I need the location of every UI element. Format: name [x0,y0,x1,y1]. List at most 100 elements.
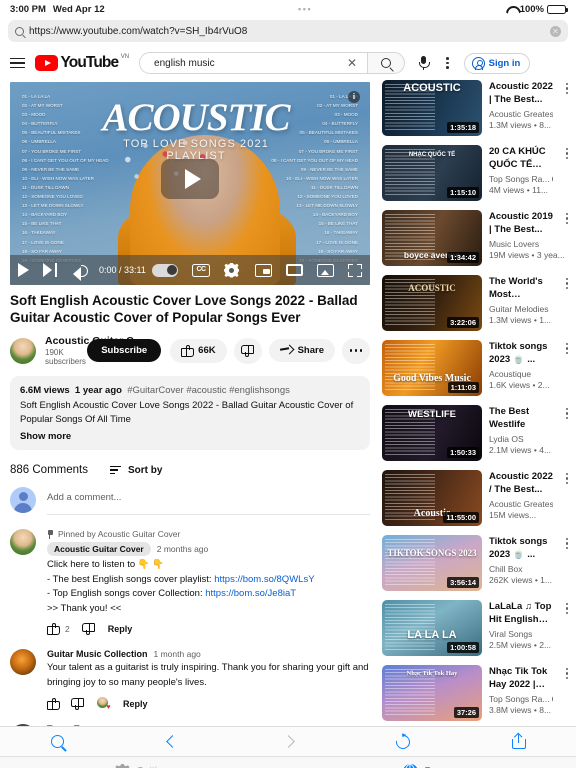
video-thumbnail[interactable]: boyce avenue 1:34:42 [382,210,482,266]
reply-button[interactable]: Reply [123,699,148,709]
show-more-button[interactable]: Show more [20,431,360,442]
sort-by-button[interactable]: Sort by [109,465,162,476]
comment-author[interactable]: Acoustic Guitar Cover [47,542,151,556]
video-title[interactable]: LaLaLa ♫ Top Hit English Love... [489,600,553,626]
avatar[interactable] [10,529,36,555]
comment-link[interactable]: https://bom.so/8QWLsY [214,574,314,585]
toolbar-share-button[interactable] [461,732,576,749]
thumbs-down-icon[interactable] [83,623,95,635]
more-vertical-icon[interactable] [562,470,572,526]
info-badge[interactable]: i [348,91,360,103]
avatar[interactable] [10,649,36,675]
list-item[interactable]: Good Vibes Music 1:11:03 Tiktok songs 2023… [382,340,572,396]
list-item[interactable]: LA LA LA 1:00:58 LaLaLa ♫ Top Hit English … [382,600,572,656]
more-vertical-icon[interactable] [562,275,572,331]
more-vertical-icon[interactable] [562,665,572,721]
avatar[interactable] [10,337,36,364]
close-x-icon[interactable]: ✕ [343,56,361,70]
video-channel[interactable]: Lydia OS [489,434,553,444]
toolbar-reload-button[interactable] [346,731,461,752]
more-vertical-icon[interactable] [562,210,572,266]
video-thumbnail[interactable]: Nhạc Tik Tok Hay 37:26 [382,665,482,721]
more-actions-button[interactable] [342,337,370,364]
video-channel[interactable]: Acoustic Greatest ... [489,109,553,119]
video-thumbnail[interactable]: Acoustic 11:55:00 [382,470,482,526]
more-vertical-icon[interactable] [562,340,572,396]
next-track-icon[interactable] [43,263,58,277]
comment-author[interactable]: Guitar Music Collection [47,649,148,659]
theater-mode-icon[interactable] [286,264,303,276]
comment-author[interactable]: Trang Trang [47,724,99,726]
play-icon[interactable] [161,159,219,200]
url-text[interactable]: https://www.youtube.com/watch?v=SH_Ib4rV… [29,26,545,37]
more-vertical-icon[interactable] [562,80,572,136]
video-channel[interactable]: Top Songs Ra...✓ [489,174,553,184]
video-channel[interactable]: Acoustique [489,369,553,379]
gear-icon[interactable] [224,263,239,278]
fullscreen-icon[interactable] [348,263,362,277]
like-button[interactable]: 66K [170,338,227,363]
clear-circle-icon[interactable]: ✕ [550,25,561,37]
microphone-icon[interactable] [415,54,431,72]
tab-settings[interactable]: Settings [0,764,288,768]
add-comment-row[interactable]: Add a comment... [10,487,370,515]
hashtags[interactable]: #GuitarCover #acoustic #englishsongs [127,385,290,396]
url-bar[interactable]: https://www.youtube.com/watch?v=SH_Ib4rV… [8,20,568,42]
list-item[interactable]: Acoustic 11:55:00 Acoustic 2022 / The Best… [382,470,572,526]
more-vertical-icon[interactable] [562,405,572,461]
youtube-logo[interactable]: YouTube VN [35,54,129,71]
video-description-box[interactable]: 6.6M views 1 year ago #GuitarCover #acou… [10,376,370,450]
list-item[interactable]: ACOUSTIC 1:35:18 Acoustic 2022 | The Best.… [382,80,572,136]
more-vertical-icon[interactable] [562,600,572,656]
list-item[interactable]: WESTLIFE 1:50:33 The Best Westlife Lydia OS… [382,405,572,461]
miniplayer-icon[interactable] [255,263,272,277]
video-title[interactable]: Acoustic 2022 / The Best... [489,470,553,496]
video-thumbnail[interactable]: LA LA LA 1:00:58 [382,600,482,656]
video-thumbnail[interactable]: Good Vibes Music 1:11:03 [382,340,482,396]
reply-button[interactable]: Reply [108,624,133,634]
video-title[interactable]: Tiktok songs 2023 🍵 ... [489,340,553,366]
more-vertical-icon[interactable] [562,145,572,201]
video-title[interactable]: Acoustic 2022 | The Best... [489,80,553,106]
hamburger-menu-icon[interactable] [10,57,25,69]
video-title[interactable]: Nhạc Tik Tok Hay 2022 | Học Tiến... [489,665,553,691]
list-item[interactable]: ACOUSTIC 3:22:06 The World's Most Beautifu… [382,275,572,331]
search-input[interactable]: english music ✕ [139,52,368,74]
more-vertical-icon[interactable] [562,535,572,591]
video-channel[interactable]: Chill Box [489,564,553,574]
thumbs-down-icon[interactable] [72,698,84,710]
channel-name[interactable]: Acoustic Guitar C... [45,335,142,347]
video-thumbnail[interactable]: TIKTOK SONGS 2023 3:56:14 [382,535,482,591]
list-item[interactable]: NHẠC QUỐC TẾ 1:15:10 20 CA KHÚC QUỐC TẾ ĐẠ… [382,145,572,201]
video-channel[interactable]: Acoustic Greatest ... [489,499,553,509]
comment-input[interactable]: Add a comment... [47,487,370,515]
video-thumbnail[interactable]: ACOUSTIC 3:22:06 [382,275,482,331]
cast-icon[interactable] [317,263,334,277]
volume-icon[interactable] [73,263,89,281]
share-button[interactable]: Share [268,339,335,362]
comment-like-button[interactable]: 2 [47,623,70,635]
toolbar-forward-button[interactable] [230,735,345,748]
video-channel[interactable]: Music Lovers [489,239,553,249]
video-thumbnail[interactable]: WESTLIFE 1:50:33 [382,405,482,461]
list-item[interactable]: Nhạc Tik Tok Hay 37:26 Nhạc Tik Tok Hay 20… [382,665,572,721]
search-input-value[interactable]: english music [154,58,343,69]
dislike-button[interactable] [233,337,262,364]
tab-browser[interactable]: Browser [288,764,576,768]
subscribe-button[interactable]: Subscribe [87,339,162,362]
list-item[interactable]: TIKTOK SONGS 2023 3:56:14 Tiktok songs 202… [382,535,572,591]
channel-info[interactable]: Acoustic Guitar C... 190K subscribers [45,335,142,366]
video-thumbnail[interactable]: ACOUSTIC 1:35:18 [382,80,482,136]
autoplay-toggle[interactable] [152,263,178,277]
more-vertical-icon[interactable] [441,56,454,70]
play-icon[interactable] [18,263,29,277]
avatar[interactable] [10,724,36,726]
search-submit-button[interactable] [367,52,406,74]
video-title[interactable]: 20 CA KHÚC QUỐC TẾ ĐẠT... [489,145,553,171]
toolbar-back-button[interactable] [115,735,230,748]
video-channel[interactable]: Top Songs Ra...✓ [489,694,553,704]
video-channel[interactable]: Guitar Melodies [489,304,553,314]
closed-captions-icon[interactable]: CC [192,263,210,277]
video-channel[interactable]: Viral Songs [489,629,553,639]
comment-link[interactable]: https://bom.so/Je8iaT [205,588,296,599]
